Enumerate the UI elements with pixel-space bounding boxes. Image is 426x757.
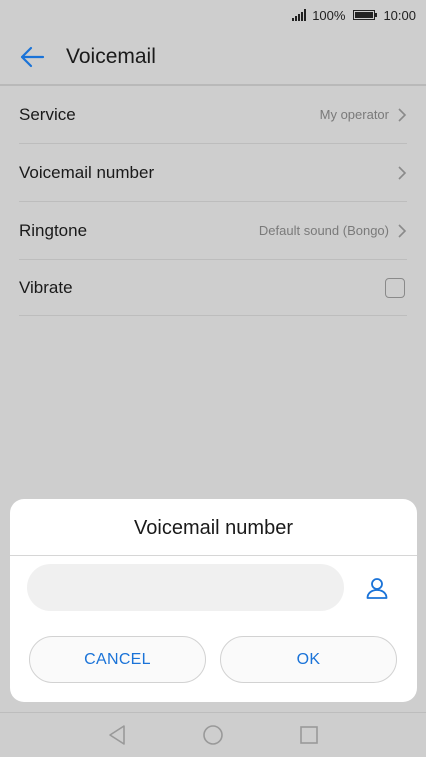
setting-label: Service — [19, 104, 76, 124]
cancel-button[interactable]: CANCEL — [29, 636, 206, 683]
status-bar: 100% 10:00 — [0, 0, 426, 30]
ok-button[interactable]: OK — [220, 636, 397, 683]
recents-square-icon[interactable] — [299, 725, 319, 745]
setting-label: Voicemail number — [19, 162, 155, 182]
nav-bar — [0, 712, 426, 757]
chevron-right-icon — [398, 165, 407, 180]
chevron-right-icon — [398, 107, 407, 122]
setting-label: Vibrate — [19, 277, 73, 297]
signal-icon — [292, 9, 307, 21]
chevron-right-icon — [398, 223, 407, 238]
back-triangle-icon[interactable] — [107, 724, 127, 746]
setting-vibrate[interactable]: Vibrate — [19, 260, 407, 316]
battery-percent: 100% — [312, 7, 346, 23]
voicemail-number-input[interactable] — [27, 564, 344, 611]
settings-list: Service My operator Voicemail number Rin… — [19, 86, 407, 316]
setting-ringtone[interactable]: Ringtone Default sound (Bongo) — [19, 202, 407, 260]
clock: 10:00 — [383, 7, 416, 23]
dialog-divider — [10, 555, 417, 556]
dialog-title: Voicemail number — [134, 517, 293, 539]
person-icon — [366, 578, 388, 599]
back-arrow-icon — [20, 46, 45, 68]
battery-icon — [353, 10, 378, 20]
app-bar: Voicemail — [0, 30, 426, 86]
back-button[interactable] — [18, 43, 46, 71]
contacts-button[interactable] — [363, 574, 391, 602]
setting-voicemail-number[interactable]: Voicemail number — [19, 144, 407, 202]
setting-value: My operator — [319, 107, 389, 122]
home-circle-icon[interactable] — [202, 724, 224, 746]
setting-value: Default sound (Bongo) — [258, 223, 389, 238]
screen: 100% 10:00 Voicemail Service My operator… — [0, 0, 426, 757]
vibrate-checkbox[interactable] — [385, 277, 405, 298]
voicemail-number-dialog: Voicemail number CANCEL OK — [10, 499, 417, 702]
setting-label: Ringtone — [19, 220, 88, 240]
page-title: Voicemail — [66, 45, 156, 68]
setting-service[interactable]: Service My operator — [19, 86, 407, 144]
